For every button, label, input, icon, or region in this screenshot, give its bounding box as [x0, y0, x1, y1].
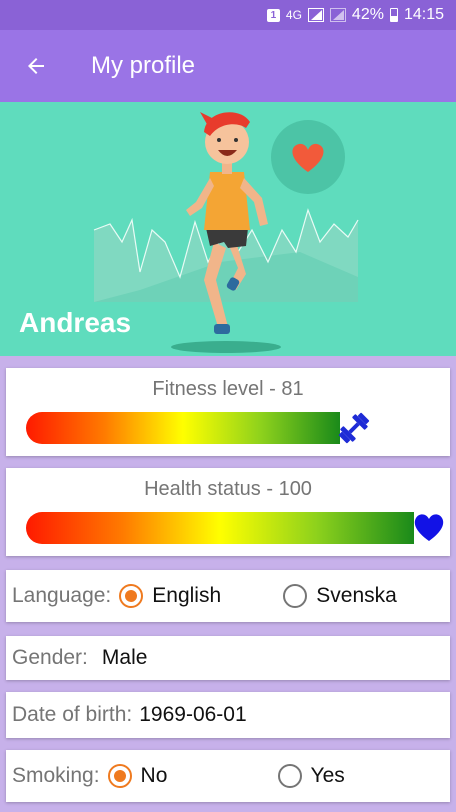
- radio-no[interactable]: [107, 764, 132, 788]
- smoking-option-label: Yes: [310, 764, 345, 787]
- smoking-row: Smoking: No Yes: [6, 750, 450, 802]
- smoking-label: Smoking:: [12, 764, 100, 787]
- smoking-option-no[interactable]: No: [107, 764, 278, 788]
- language-option-svenska[interactable]: Svenska: [283, 584, 397, 608]
- gender-value: Male: [101, 646, 148, 669]
- signal-icon: [307, 8, 324, 22]
- smoking-option-label: No: [140, 764, 168, 787]
- signal-icon-2: [329, 8, 346, 22]
- health-label: Health status - 100: [144, 478, 312, 500]
- language-label: Language:: [12, 584, 112, 607]
- language-row: Language: English Svenska: [6, 570, 450, 622]
- language-option-label: Svenska: [316, 584, 397, 607]
- gender-row[interactable]: Gender: Male: [6, 636, 450, 680]
- radio-yes[interactable]: [277, 764, 302, 788]
- radio-svenska[interactable]: [283, 584, 308, 608]
- app-bar: My profile: [0, 30, 456, 102]
- clock: 14:15: [403, 6, 444, 23]
- fitness-meter: [26, 412, 340, 444]
- gender-label: Gender:: [12, 646, 88, 669]
- smoking-option-yes[interactable]: Yes: [277, 764, 345, 788]
- status-bar: 1 4G 42% 14:15: [0, 0, 456, 30]
- birth-value: 1969-06-01: [139, 703, 247, 726]
- birth-row[interactable]: Date of birth: 1969-06-01: [6, 692, 450, 738]
- sim-icon: 1: [266, 8, 280, 22]
- health-meter: [26, 512, 414, 544]
- birth-label: Date of birth:: [12, 703, 133, 726]
- page-title: My profile: [91, 52, 196, 79]
- language-option-label: English: [152, 584, 222, 607]
- heart-icon: [414, 514, 444, 541]
- back-button[interactable]: [0, 30, 72, 102]
- dumbbell-icon: [338, 412, 370, 444]
- fitness-label: Fitness level - 81: [152, 378, 304, 400]
- network-type: 4G: [285, 8, 302, 22]
- radio-english[interactable]: [119, 584, 144, 608]
- battery-percent: 42%: [351, 6, 384, 23]
- profile-hero: Andreas: [0, 102, 456, 356]
- profile-name: Andreas: [19, 307, 132, 338]
- language-option-english[interactable]: English: [119, 584, 283, 608]
- fitness-card: Fitness level - 81: [6, 368, 450, 456]
- arrow-back-icon: [28, 58, 44, 74]
- health-card: Health status - 100: [6, 468, 450, 556]
- battery-icon: [389, 8, 398, 22]
